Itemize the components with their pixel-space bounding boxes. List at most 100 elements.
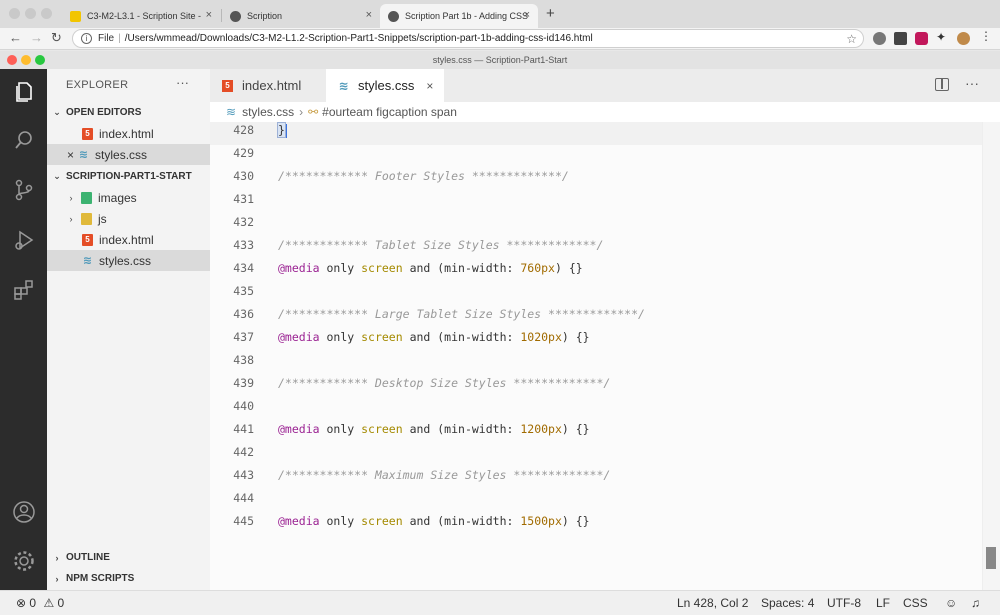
window-minimize-dot[interactable] <box>25 8 36 19</box>
code-text: /************ Footer Styles ************… <box>278 169 569 183</box>
globe-icon <box>230 10 241 22</box>
code-line[interactable]: 430 /************ Footer Styles *********… <box>210 168 982 191</box>
more-actions-icon[interactable]: ··· <box>965 75 979 91</box>
code-line[interactable]: 445 @media only screen and (min-width: 15… <box>210 513 982 536</box>
close-icon[interactable]: × <box>67 148 74 162</box>
window-close-dot[interactable] <box>9 8 20 19</box>
window-zoom-dot[interactable] <box>35 55 45 65</box>
code-line[interactable]: 438 <box>210 352 982 375</box>
line-number: 443 <box>233 468 254 482</box>
chevron-right-icon: › <box>69 213 73 224</box>
tree-item-index-html[interactable]: 5 index.html <box>47 229 210 250</box>
gear-icon[interactable] <box>11 548 37 574</box>
editor-tab-styles-css[interactable]: ≋ styles.css × <box>326 69 444 102</box>
more-actions-icon[interactable]: ··· <box>176 75 189 90</box>
error-icon: ⊗ <box>16 596 27 610</box>
code-line[interactable]: 439 /************ Desktop Size Styles ***… <box>210 375 982 398</box>
open-editor-item[interactable]: × ≋ styles.css <box>47 144 210 165</box>
address-bar[interactable]: i File | /Users/wmmead/Downloads/C3-M2-L… <box>72 29 864 48</box>
code-text: @media only screen and (min-width: 760px… <box>278 261 583 275</box>
close-icon[interactable]: × <box>206 9 212 21</box>
browser-tab-1[interactable]: C3-M2-L3.1 - Scription Site - × <box>62 4 220 28</box>
code-text: @media only screen and (min-width: 1200p… <box>278 422 590 436</box>
tree-item-styles-css[interactable]: ≋ styles.css <box>47 250 210 271</box>
back-arrow-icon[interactable]: ← <box>9 30 22 45</box>
menu-dots-icon[interactable]: ⋮ <box>980 29 993 43</box>
code-line[interactable]: 432 <box>210 214 982 237</box>
close-icon[interactable]: × <box>426 79 433 93</box>
cursor-position[interactable]: Ln 428, Col 2 <box>677 596 748 610</box>
code-line[interactable]: 436 /************ Large Tablet Size Style… <box>210 306 982 329</box>
account-icon[interactable] <box>11 499 37 525</box>
run-debug-icon[interactable] <box>11 227 37 253</box>
close-icon[interactable]: × <box>366 9 372 21</box>
problems-indicator[interactable]: ⊗ 0 ⚠ 0 <box>16 596 64 610</box>
section-label: OPEN EDITORS <box>66 107 142 118</box>
line-ending[interactable]: LF <box>876 596 890 610</box>
split-editor-icon[interactable] <box>935 78 949 91</box>
code-line[interactable]: 444 <box>210 490 982 513</box>
code-line[interactable]: 428} <box>210 122 982 145</box>
extension-icon[interactable] <box>915 32 928 45</box>
line-number: 436 <box>233 307 254 321</box>
breadcrumb-file[interactable]: styles.css <box>242 105 294 119</box>
chevron-right-icon: › <box>69 192 73 203</box>
file-name: index.html <box>99 232 154 247</box>
tree-item-images[interactable]: › images <box>47 187 210 208</box>
line-number: 442 <box>233 445 254 459</box>
avatar[interactable] <box>957 32 970 45</box>
browser-tab-2[interactable]: Scription × <box>222 4 380 28</box>
code-line[interactable]: 429 <box>210 145 982 168</box>
status-bar: ⊗ 0 ⚠ 0 Ln 428, Col 2 Spaces: 4 UTF-8 LF… <box>0 590 1000 615</box>
code-editor[interactable]: 428} 429 430/************ Footer Styles **… <box>210 122 982 590</box>
line-number: 435 <box>233 284 254 298</box>
file-name: index.html <box>99 126 154 141</box>
extensions-icon[interactable] <box>11 277 37 303</box>
chevron-down-icon: ⌄ <box>53 107 61 117</box>
tree-item-js[interactable]: › js <box>47 208 210 229</box>
explorer-files-icon[interactable] <box>11 79 37 105</box>
bookmark-star-icon[interactable]: ☆ <box>846 32 857 46</box>
browser-tab-3[interactable]: Scription Part 1b - Adding CSS × <box>380 4 538 28</box>
code-line[interactable]: 441 @media only screen and (min-width: 12… <box>210 421 982 444</box>
npm-scripts-section[interactable]: › NPM SCRIPTS <box>47 568 210 589</box>
code-line[interactable]: 437 @media only screen and (min-width: 10… <box>210 329 982 352</box>
code-line[interactable]: 433 /************ Tablet Size Styles ****… <box>210 237 982 260</box>
window-close-dot[interactable] <box>7 55 17 65</box>
code-line[interactable]: 442 <box>210 444 982 467</box>
extension-icon[interactable] <box>894 32 907 45</box>
code-line[interactable]: 431 <box>210 191 982 214</box>
editor-tab-index-html[interactable]: 5 index.html <box>210 69 326 102</box>
outline-section[interactable]: › OUTLINE <box>47 547 210 568</box>
code-line[interactable]: 435 <box>210 283 982 306</box>
activity-bar <box>0 69 47 590</box>
new-tab-button[interactable]: + <box>546 5 555 22</box>
encoding[interactable]: UTF-8 <box>827 596 861 610</box>
code-line[interactable]: 440 <box>210 398 982 421</box>
window-minimize-dot[interactable] <box>21 55 31 65</box>
window-zoom-dot[interactable] <box>41 8 52 19</box>
code-line[interactable]: 434 @media only screen and (min-width: 76… <box>210 260 982 283</box>
close-icon[interactable]: × <box>524 9 530 21</box>
forward-arrow-icon[interactable]: → <box>30 30 43 45</box>
feedback-icon[interactable]: ☺ <box>945 596 957 610</box>
line-number: 437 <box>233 330 254 344</box>
puzzle-icon[interactable]: ✦ <box>936 30 949 44</box>
search-icon[interactable] <box>11 127 37 153</box>
source-control-icon[interactable] <box>11 177 37 203</box>
line-number: 441 <box>233 422 254 436</box>
indentation[interactable]: Spaces: 4 <box>761 596 814 610</box>
scrollbar-thumb[interactable] <box>986 547 996 569</box>
code-line[interactable]: 443 /************ Maximum Size Styles ***… <box>210 467 982 490</box>
open-editors-section[interactable]: ⌄ OPEN EDITORS <box>47 102 210 123</box>
breadcrumb-symbol[interactable]: #ourteam figcaption span <box>322 105 457 119</box>
reload-icon[interactable]: ↻ <box>51 30 62 46</box>
info-icon[interactable]: i <box>81 33 92 44</box>
chevron-right-icon: › <box>299 105 304 119</box>
language-mode[interactable]: CSS <box>903 596 928 610</box>
open-editor-item[interactable]: 5 index.html <box>47 123 210 144</box>
editor-scrollbar[interactable] <box>982 122 1000 590</box>
project-folder-section[interactable]: ⌄ SCRIPTION-PART1-START <box>47 166 210 187</box>
bell-icon[interactable]: ♫ <box>971 596 980 610</box>
extension-icon[interactable] <box>873 32 886 45</box>
